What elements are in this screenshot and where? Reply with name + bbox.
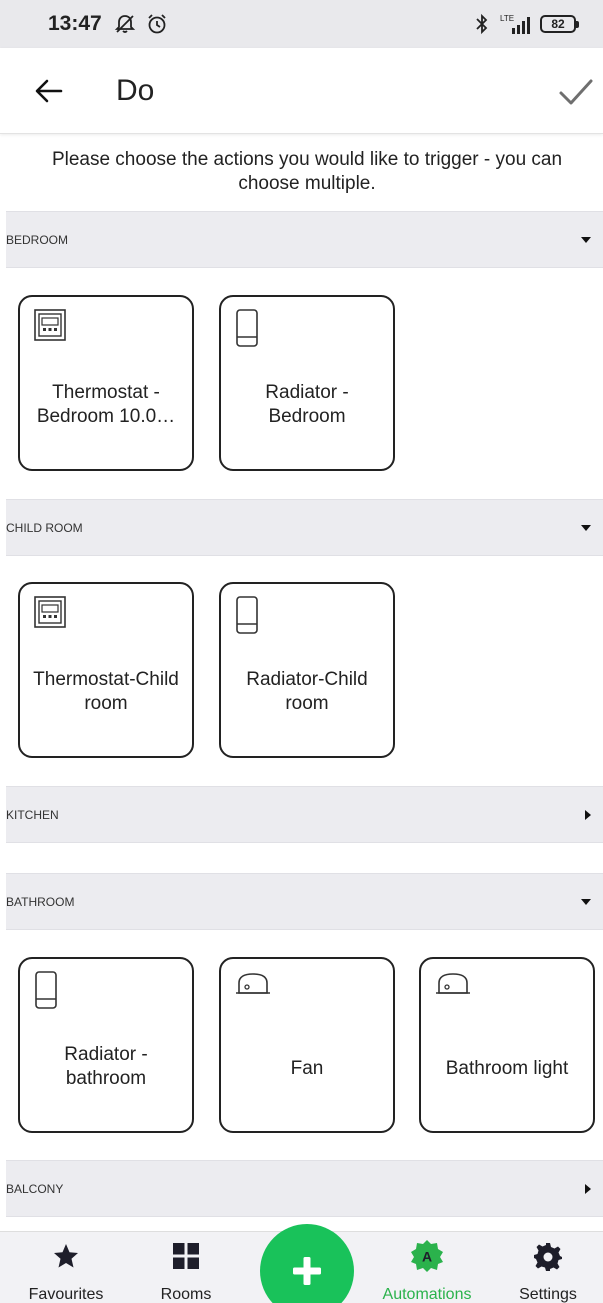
device-card-radiator-bathroom[interactable]: Radiator - bathroom bbox=[18, 957, 194, 1133]
section-header-child-room[interactable]: CHILD ROOM bbox=[6, 499, 603, 556]
plus-icon bbox=[293, 1257, 321, 1285]
device-name: Thermostat - Bedroom 10.0… bbox=[36, 382, 176, 427]
battery-level: 82 bbox=[540, 15, 576, 33]
device-name: Thermostat-Child room bbox=[33, 669, 179, 714]
section-label: BEDROOM bbox=[6, 232, 69, 247]
alarm-icon bbox=[148, 14, 166, 34]
device-card-thermostat-child-room[interactable]: Thermostat-Child room bbox=[18, 582, 194, 758]
bluetooth-icon bbox=[476, 13, 488, 35]
section-header-balcony[interactable]: BALCONY bbox=[6, 1160, 603, 1217]
check-icon[interactable] bbox=[558, 74, 594, 110]
page-title: Do bbox=[116, 74, 155, 107]
network-type: LTE bbox=[500, 14, 515, 23]
instruction-text: Please choose the actions you would like… bbox=[51, 149, 563, 194]
section-label: KITCHEN bbox=[6, 807, 59, 822]
nav-automations[interactable]: A Automations bbox=[372, 1232, 482, 1303]
plug-icon bbox=[236, 973, 270, 994]
screen: 13:47 LTE 82 Do Please choose the action… bbox=[0, 0, 603, 1303]
device-name: Bathroom light bbox=[445, 1058, 569, 1079]
status-bar: 13:47 LTE 82 bbox=[0, 0, 603, 48]
thermostat-icon bbox=[34, 309, 66, 341]
device-card-thermostat-bedroom[interactable]: Thermostat - Bedroom 10.0… bbox=[18, 295, 194, 471]
nav-label: Automations bbox=[382, 1286, 472, 1303]
app-bar: Do bbox=[0, 48, 603, 134]
device-name: Fan bbox=[290, 1058, 324, 1079]
nav-label: Rooms bbox=[160, 1286, 212, 1303]
section-header-kitchen[interactable]: KITCHEN bbox=[6, 786, 603, 843]
star-icon bbox=[54, 1244, 78, 1268]
chevron-down-icon bbox=[581, 898, 591, 905]
device-card-fan[interactable]: Fan bbox=[219, 957, 395, 1133]
radiator-icon bbox=[236, 596, 258, 634]
grid-icon bbox=[173, 1243, 199, 1269]
svg-text:A: A bbox=[422, 1249, 432, 1265]
nav-favourites[interactable]: Favourites bbox=[11, 1232, 121, 1303]
device-card-radiator-child-room[interactable]: Radiator-Child room bbox=[219, 582, 395, 758]
nav-label: Favourites bbox=[28, 1286, 104, 1303]
device-name: Radiator-Child room bbox=[246, 669, 368, 714]
radiator-icon bbox=[236, 309, 258, 347]
chevron-down-icon bbox=[581, 524, 591, 531]
nav-settings[interactable]: Settings bbox=[493, 1232, 603, 1303]
chevron-right-icon bbox=[585, 809, 591, 820]
device-card-radiator-bedroom[interactable]: Radiator - Bedroom bbox=[219, 295, 395, 471]
signal-icon: LTE bbox=[500, 14, 530, 34]
section-label: BATHROOM bbox=[6, 894, 75, 909]
plug-icon bbox=[436, 973, 470, 994]
status-time: 13:47 bbox=[48, 12, 102, 35]
automations-badge-icon: A bbox=[411, 1240, 443, 1272]
nav-label: Settings bbox=[519, 1286, 577, 1303]
section-header-bedroom[interactable]: BEDROOM bbox=[6, 211, 603, 268]
chevron-right-icon bbox=[585, 1183, 591, 1194]
section-label: BALCONY bbox=[6, 1181, 64, 1196]
battery-icon: 82 bbox=[540, 15, 579, 33]
nav-rooms[interactable]: Rooms bbox=[131, 1232, 241, 1303]
device-name: Radiator - bathroom bbox=[64, 1044, 148, 1089]
chevron-down-icon bbox=[581, 236, 591, 243]
notifications-off-icon bbox=[114, 15, 135, 33]
section-header-bathroom[interactable]: BATHROOM bbox=[6, 873, 603, 930]
back-arrow-icon[interactable] bbox=[34, 76, 64, 106]
section-label: CHILD ROOM bbox=[6, 520, 83, 535]
device-name: Radiator - Bedroom bbox=[265, 382, 349, 427]
device-card-bathroom-light[interactable]: Bathroom light bbox=[419, 957, 595, 1133]
gear-icon bbox=[534, 1243, 562, 1271]
thermostat-icon bbox=[34, 596, 66, 628]
radiator-icon bbox=[35, 971, 57, 1009]
